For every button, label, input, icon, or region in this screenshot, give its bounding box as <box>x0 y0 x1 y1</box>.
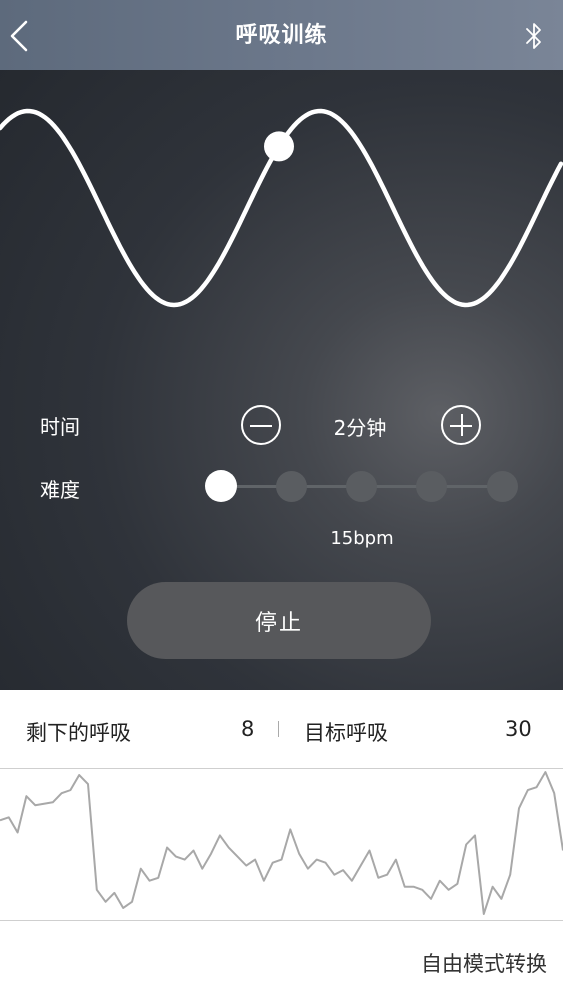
stats-divider <box>278 721 279 737</box>
bluetooth-button[interactable] <box>517 18 551 54</box>
plus-icon-vertical <box>461 414 463 436</box>
difficulty-label: 难度 <box>40 478 80 502</box>
target-breaths-label: 目标呼吸 <box>304 721 388 745</box>
nav-bar: 呼吸训练 <box>0 0 563 70</box>
difficulty-level-4[interactable] <box>416 471 448 502</box>
bpm-label: 15bpm <box>330 528 394 549</box>
difficulty-level-5[interactable] <box>486 471 518 502</box>
difficulty-level-2[interactable] <box>275 471 307 502</box>
decrease-time-button[interactable] <box>241 405 281 445</box>
difficulty-level-3[interactable] <box>346 471 377 502</box>
breathing-wave <box>0 108 563 308</box>
increase-time-button[interactable] <box>441 405 481 445</box>
time-value: 2分钟 <box>333 416 387 440</box>
breathing-indicator-dot <box>264 131 294 162</box>
free-mode-switch[interactable]: 自由模式转换 <box>421 948 547 978</box>
breath-stats: 剩下的呼吸 8 目标呼吸 30 <box>0 690 563 768</box>
time-label: 时间 <box>40 415 80 439</box>
minus-icon <box>250 425 272 427</box>
remaining-breaths-value: 8 <box>241 717 255 741</box>
stop-button[interactable]: 停止 <box>127 582 431 659</box>
breathing-panel: 呼吸训练 时间 2分钟 难度 15bpm 停止 <box>0 0 563 690</box>
difficulty-level-1[interactable] <box>205 470 237 502</box>
heart-rate-graph <box>0 768 563 921</box>
bluetooth-icon <box>526 23 541 49</box>
page-title: 呼吸训练 <box>235 23 328 48</box>
remaining-breaths-label: 剩下的呼吸 <box>26 721 131 745</box>
heart-rate-trace <box>0 771 563 915</box>
target-breaths-value: 30 <box>505 717 532 741</box>
